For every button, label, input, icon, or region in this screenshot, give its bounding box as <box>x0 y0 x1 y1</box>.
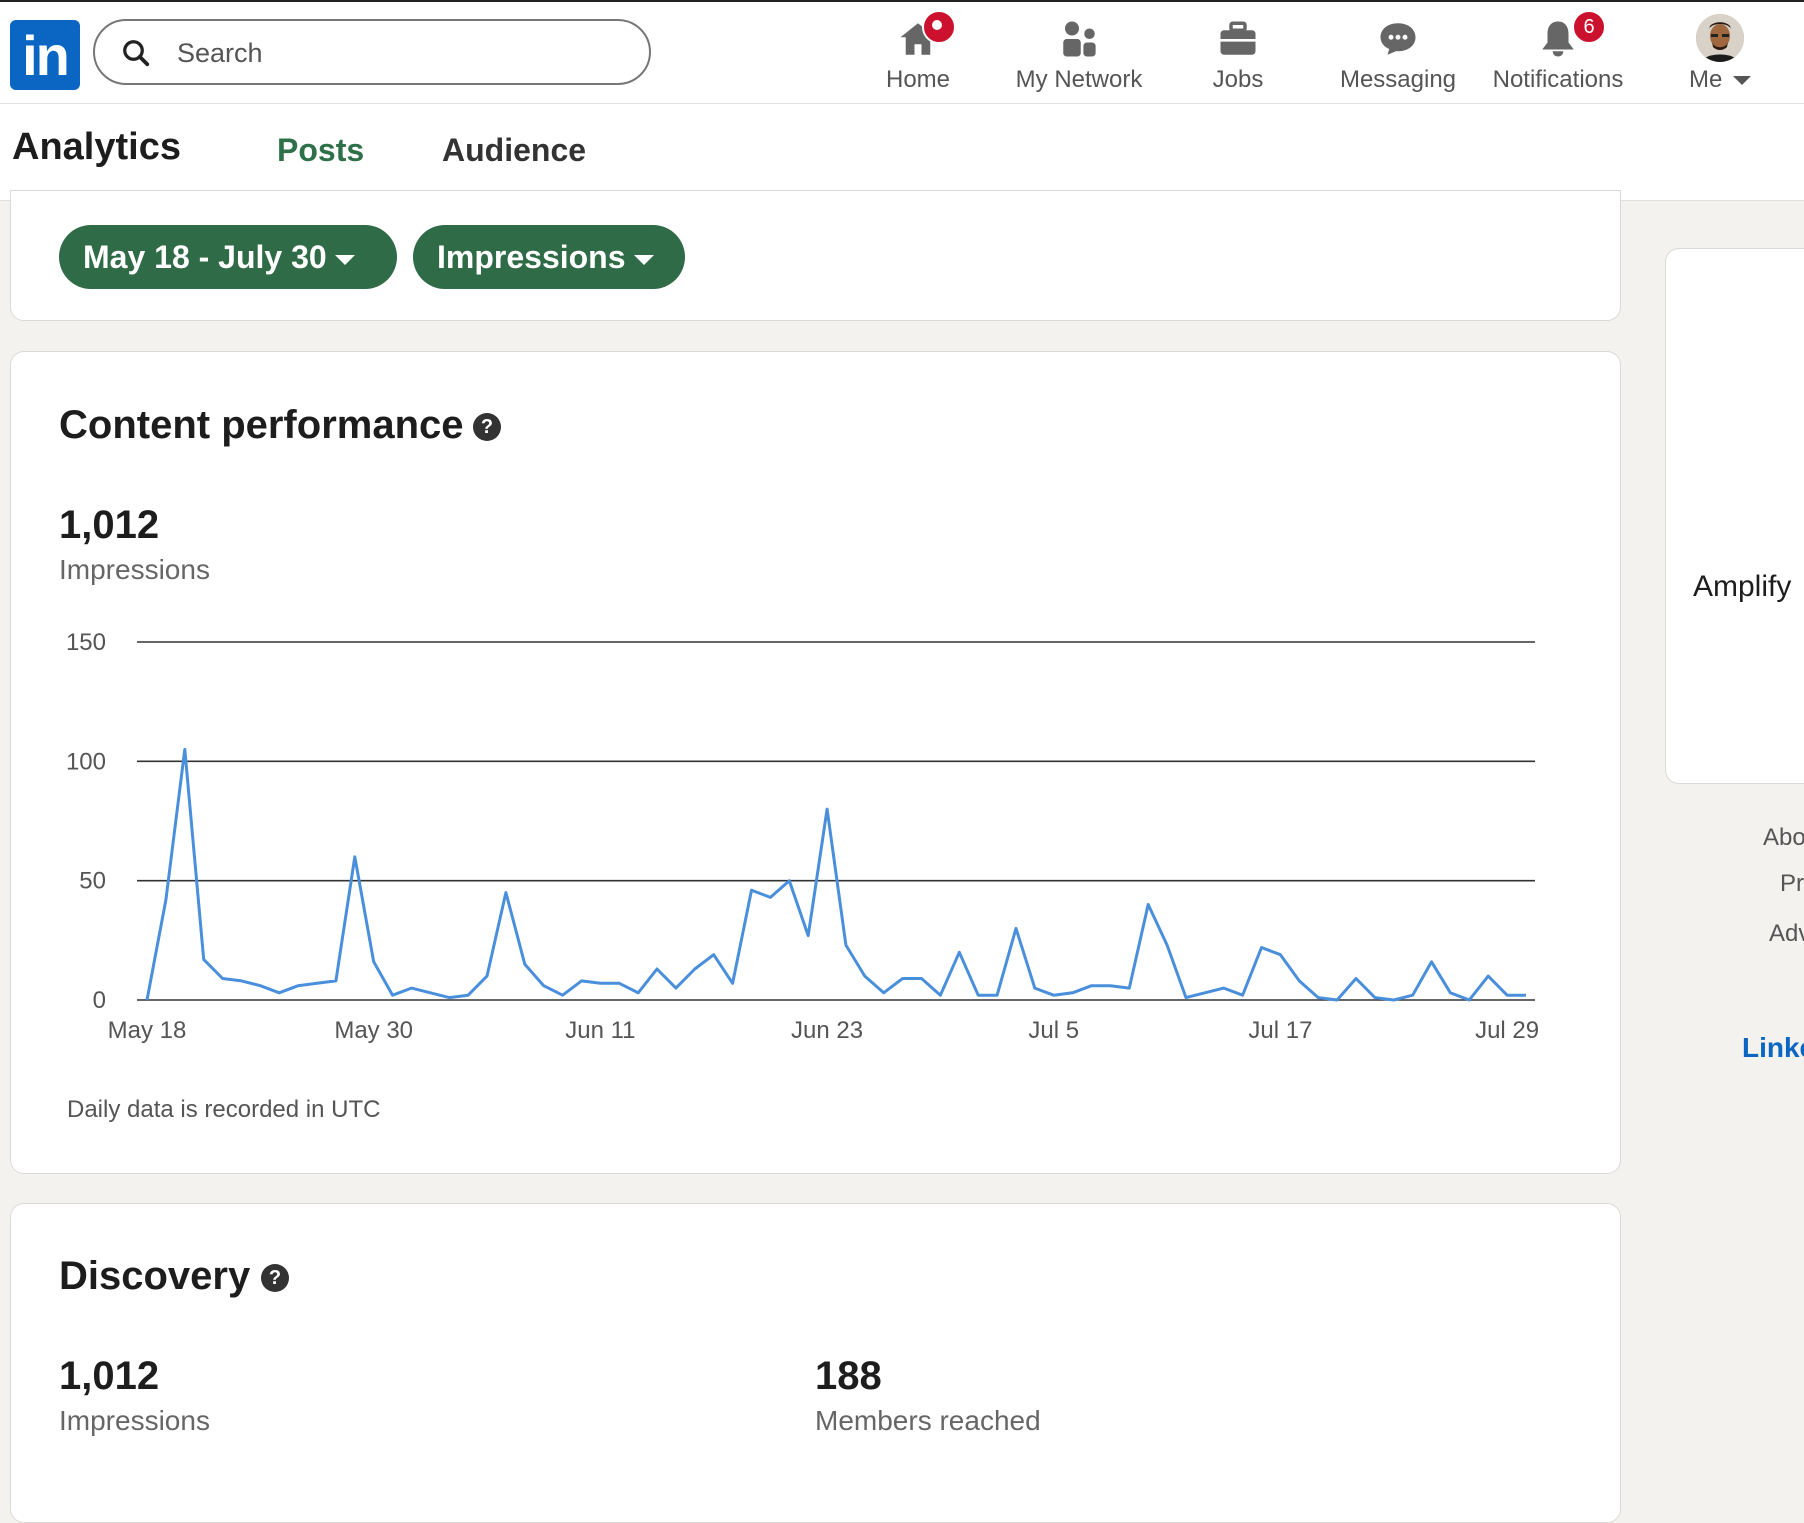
x-tick-label: Jun 23 <box>791 1017 863 1044</box>
y-tick-label: 0 <box>93 987 106 1014</box>
nav-home[interactable]: Home <box>868 10 968 98</box>
avatar[interactable] <box>1696 14 1744 62</box>
nav-jobs-label: Jobs <box>1212 66 1264 93</box>
page-title: Analytics <box>12 126 181 168</box>
x-tick-label: May 18 <box>108 1017 187 1044</box>
nav-me[interactable]: Me <box>1670 14 1770 98</box>
tab-posts[interactable]: Posts <box>277 132 364 169</box>
discovery-impressions-value: 1,012 <box>59 1354 160 1398</box>
analytics-header: Analytics Posts Audience <box>0 104 1804 201</box>
content-performance-title: Content performance <box>59 403 464 447</box>
linkedin-wordmark: Linke <box>1742 1032 1804 1063</box>
notifications-badge: 6 <box>1572 10 1606 44</box>
impressions-total: 1,012 <box>59 503 160 547</box>
discovery-impressions-label: Impressions <box>59 1405 210 1436</box>
utc-note: Daily data is recorded in UTC <box>67 1096 381 1123</box>
tab-audience[interactable]: Audience <box>442 132 586 169</box>
impressions-total-label: Impressions <box>59 554 210 585</box>
x-tick-label: Jul 17 <box>1248 1017 1312 1044</box>
nav-messaging[interactable]: Messaging <box>1333 14 1463 98</box>
y-tick-label: 150 <box>66 629 106 656</box>
linkedin-logo[interactable]: in <box>10 20 80 90</box>
date-range-label: May 18 - July 30 <box>83 239 327 275</box>
x-tick-label: Jul 5 <box>1028 1017 1079 1044</box>
chevron-down-icon <box>1733 76 1751 86</box>
messaging-icon <box>1376 18 1420 67</box>
caret-down-icon <box>334 254 355 265</box>
metric-label: Impressions <box>437 239 626 275</box>
y-tick-label: 50 <box>79 868 106 895</box>
caret-down-icon <box>633 254 654 265</box>
discovery-title: Discovery <box>59 1254 251 1298</box>
x-tick-label: Jun 11 <box>565 1017 635 1044</box>
members-reached-value: 188 <box>815 1354 882 1398</box>
nav-notifications[interactable]: 6 Notifications <box>1483 10 1633 98</box>
nav-home-label: Home <box>885 66 951 93</box>
amplify-text: Amplify <box>1693 570 1792 603</box>
footer-link-about[interactable]: Abo <box>1763 824 1804 852</box>
date-range-dropdown[interactable]: May 18 - July 30 <box>59 225 397 289</box>
nav-messaging-label: Messaging <box>1339 66 1457 93</box>
impressions-line-chart: 0 50 100 150 May 18 May 30 Jun 11 Jun 23 Jul 5 Ju… <box>66 629 1539 1044</box>
x-tick-label: May 30 <box>334 1017 413 1044</box>
metric-dropdown[interactable]: Impressions <box>413 225 685 289</box>
help-icon[interactable]: ? <box>473 413 501 441</box>
nav-my-network-label: My Network <box>1015 66 1143 93</box>
search-icon <box>123 40 150 67</box>
network-icon <box>1057 18 1101 67</box>
nav-my-network[interactable]: My Network <box>1004 14 1154 98</box>
x-tick-label: Jul 29 <box>1475 1017 1539 1044</box>
search-box[interactable] <box>93 19 651 85</box>
footer-link-privacy[interactable]: Pr <box>1780 870 1804 898</box>
nav-me-label: Me <box>1670 66 1770 94</box>
sidebar-promo-card <box>1665 248 1804 784</box>
nav-jobs[interactable]: Jobs <box>1188 14 1288 98</box>
help-icon[interactable]: ? <box>261 1264 289 1292</box>
nav-me-text: Me <box>1688 66 1723 93</box>
y-tick-label: 100 <box>66 748 106 775</box>
search-input[interactable] <box>175 31 619 75</box>
briefcase-icon <box>1216 18 1260 67</box>
impressions-series-line[interactable] <box>145 747 1526 1002</box>
footer-link-advertising[interactable]: Adv <box>1769 920 1804 948</box>
members-reached-label: Members reached <box>815 1405 1041 1436</box>
home-notification-dot <box>922 10 956 44</box>
nav-notifications-label: Notifications <box>1492 66 1624 93</box>
top-nav: in Home My Network <box>0 0 1804 104</box>
